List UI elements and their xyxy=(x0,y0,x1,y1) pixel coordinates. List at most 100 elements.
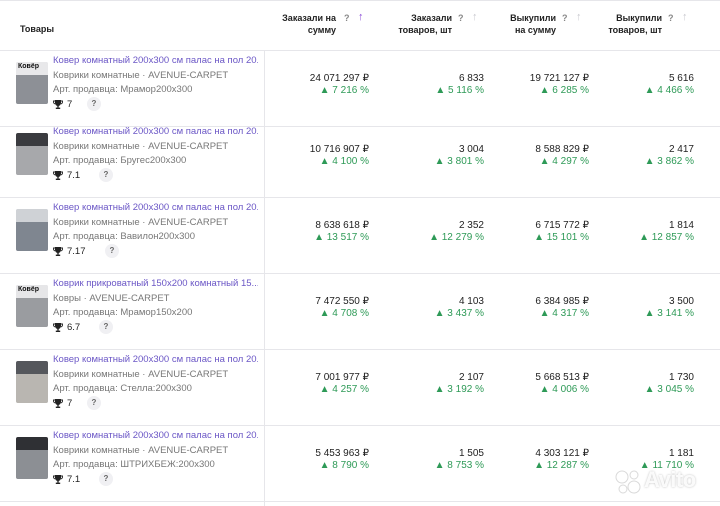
help-icon[interactable]: ? xyxy=(458,13,464,23)
table-row[interactable]: Ковер комнатный 200х300 см палас на пол … xyxy=(0,426,720,502)
thumb-label: Ковёр xyxy=(18,286,40,293)
product-brand: Коврики комнатные · AVENUE-CARPET xyxy=(53,369,229,380)
ordered-qty-cell: 3 004 ▲ 3 801 % xyxy=(434,144,484,167)
trophy-icon xyxy=(53,171,63,180)
bought-qty-cell: 3 500 ▲ 3 141 % xyxy=(644,296,694,319)
ordered-qty-cell: 2 352 ▲ 12 279 % xyxy=(429,220,484,243)
header-ordered-qty[interactable]: Заказали товаров, шт ? ↑ xyxy=(388,11,488,42)
seller-sku: Арт. продавца: Стелла:200х300 xyxy=(53,383,192,394)
product-thumbnail[interactable] xyxy=(16,361,48,403)
thumb-rug xyxy=(16,75,48,104)
goods-column-header: Товары xyxy=(20,24,55,34)
rating-value: 7.17 xyxy=(67,246,86,257)
ordered-sum-cell: 24 071 297 ₽ ▲ 7 216 % xyxy=(309,73,369,96)
product-thumbnail[interactable]: Ковёр xyxy=(16,62,48,104)
rating-value: 7.1 xyxy=(67,474,81,485)
rating-help-icon[interactable]: ? xyxy=(87,396,101,410)
bought-sum-cell: 5 668 513 ₽ ▲ 4 006 % xyxy=(535,372,589,395)
rating-value: 7 xyxy=(67,398,73,409)
ordered-sum-cell: 5 453 963 ₽ ▲ 8 790 % xyxy=(315,448,369,471)
bought-sum-cell: 6 715 772 ₽ ▲ 15 101 % xyxy=(534,220,589,243)
sort-arrow-up-icon[interactable]: ↑ xyxy=(358,11,364,23)
ordered-qty-cell: 2 107 ▲ 3 192 % xyxy=(434,372,484,395)
product-thumbnail[interactable] xyxy=(16,133,48,175)
help-icon[interactable]: ? xyxy=(344,13,350,23)
seller-sku: Арт. продавца: Вавилон200х300 xyxy=(53,231,195,242)
product-brand: Коврики комнатные · AVENUE-CARPET xyxy=(53,70,229,81)
rating-value: 6.7 xyxy=(67,322,81,333)
thumb-top xyxy=(16,437,48,450)
product-brand: Ковры · AVENUE-CARPET xyxy=(53,293,170,304)
ordered-sum-cell: 7 001 977 ₽ ▲ 4 257 % xyxy=(315,372,369,395)
trophy-icon xyxy=(53,323,63,332)
thumb-rug xyxy=(16,374,48,403)
product-title-link[interactable]: Ковер комнатный 200х300 см палас на пол … xyxy=(53,430,258,441)
ordered-sum-cell: 10 716 907 ₽ ▲ 4 100 % xyxy=(309,144,369,167)
trophy-icon xyxy=(53,247,63,256)
header-ordered-sum-label: Заказали на сумму xyxy=(282,13,336,35)
product-title-link[interactable]: Ковер комнатный 200х300 см палас на пол … xyxy=(53,55,258,66)
seller-sku: Арт. продавца: Мрамор150х200 xyxy=(53,307,193,318)
ordered-qty-cell: 1 505 ▲ 8 753 % xyxy=(434,448,484,471)
thumb-top xyxy=(16,133,48,146)
thumb-top xyxy=(16,361,48,374)
thumb-rug xyxy=(16,450,48,479)
sort-arrow-up-icon[interactable]: ↑ xyxy=(682,11,688,23)
watermark-text: Avito xyxy=(644,467,696,492)
product-brand: Коврики комнатные · AVENUE-CARPET xyxy=(53,217,229,228)
table-header: Товары Заказали на сумму ? ↑ Заказали това… xyxy=(0,1,720,51)
help-icon[interactable]: ? xyxy=(562,13,568,23)
sort-arrow-up-icon[interactable]: ↑ xyxy=(472,11,478,23)
bought-qty-cell: 5 616 ▲ 4 466 % xyxy=(644,73,694,96)
thumb-label: Ковёр xyxy=(18,63,40,70)
ordered-sum-cell: 8 638 618 ₽ ▲ 13 517 % xyxy=(314,220,369,243)
ordered-qty-cell: 6 833 ▲ 5 116 % xyxy=(435,73,484,96)
product-brand: Коврики комнатные · AVENUE-CARPET xyxy=(53,445,229,456)
rating-help-icon[interactable]: ? xyxy=(87,97,101,111)
rating-help-icon[interactable]: ? xyxy=(99,320,113,334)
thumb-rug xyxy=(16,146,48,175)
bought-sum-cell: 19 721 127 ₽ ▲ 6 285 % xyxy=(529,73,589,96)
rating-value: 7.1 xyxy=(67,170,81,181)
avito-logo-icon xyxy=(615,470,641,494)
seller-sku: Арт. продавца: ШТРИХБЕЖ:200х300 xyxy=(53,459,215,470)
header-bought-sum[interactable]: Выкупили на сумму ? ↑ xyxy=(492,11,592,42)
help-icon[interactable]: ? xyxy=(668,13,674,23)
product-title-link[interactable]: Коврик прикроватный 150х200 комнатный 15… xyxy=(53,278,258,289)
rating-help-icon[interactable]: ? xyxy=(99,472,113,486)
trophy-icon xyxy=(53,475,63,484)
table-row[interactable]: Ковёр Ковер комнатный 200х300 см палас н… xyxy=(0,51,720,127)
product-title-link[interactable]: Ковер комнатный 200х300 см палас на пол … xyxy=(53,126,258,137)
bought-sum-cell: 8 588 829 ₽ ▲ 4 297 % xyxy=(535,144,589,167)
bought-sum-cell: 4 303 121 ₽ ▲ 12 287 % xyxy=(534,448,589,471)
table-row[interactable]: Ковёр Коврик прикроватный 150х200 комнат… xyxy=(0,274,720,350)
bought-qty-cell: 2 417 ▲ 3 862 % xyxy=(644,144,694,167)
table-row[interactable]: Ковер комнатный 200х300 см палас на пол … xyxy=(0,122,720,198)
rating-help-icon[interactable]: ? xyxy=(99,168,113,182)
thumb-rug xyxy=(16,298,48,327)
seller-sku: Арт. продавца: Бругес200х300 xyxy=(53,155,187,166)
ordered-qty-cell: 4 103 ▲ 3 437 % xyxy=(434,296,484,319)
sort-arrow-up-icon[interactable]: ↑ xyxy=(576,11,582,23)
bought-sum-cell: 6 384 985 ₽ ▲ 4 317 % xyxy=(535,296,589,319)
header-bought-qty[interactable]: Выкупили товаров, шт ? ↑ xyxy=(598,11,698,42)
table-row[interactable]: Ковер комнатный 200х300 см палас на пол … xyxy=(0,350,720,426)
product-thumbnail[interactable] xyxy=(16,437,48,479)
product-thumbnail[interactable] xyxy=(16,209,48,251)
thumb-top xyxy=(16,209,48,222)
bought-qty-cell: 1 730 ▲ 3 045 % xyxy=(644,372,694,395)
product-title-link[interactable]: Ковер комнатный 200х300 см палас на пол … xyxy=(53,202,258,213)
product-title-link[interactable]: Ковер комнатный 200х300 см палас на пол … xyxy=(53,354,258,365)
header-bought-sum-label: Выкупили на сумму xyxy=(510,13,556,35)
rating-help-icon[interactable]: ? xyxy=(105,244,119,258)
trophy-icon xyxy=(53,100,63,109)
header-ordered-sum[interactable]: Заказали на сумму ? ↑ xyxy=(282,11,372,42)
seller-sku: Арт. продавца: Мрамор200х300 xyxy=(53,84,193,95)
trophy-icon xyxy=(53,399,63,408)
analytics-table: Товары Заказали на сумму ? ↑ Заказали това… xyxy=(0,0,720,506)
product-thumbnail[interactable]: Ковёр xyxy=(16,285,48,327)
header-bought-qty-label: Выкупили товаров, шт xyxy=(608,13,662,35)
avito-watermark: Avito xyxy=(614,465,714,499)
table-row[interactable]: Ковер комнатный 200х300 см палас на пол … xyxy=(0,198,720,274)
rating-value: 7 xyxy=(67,99,73,110)
